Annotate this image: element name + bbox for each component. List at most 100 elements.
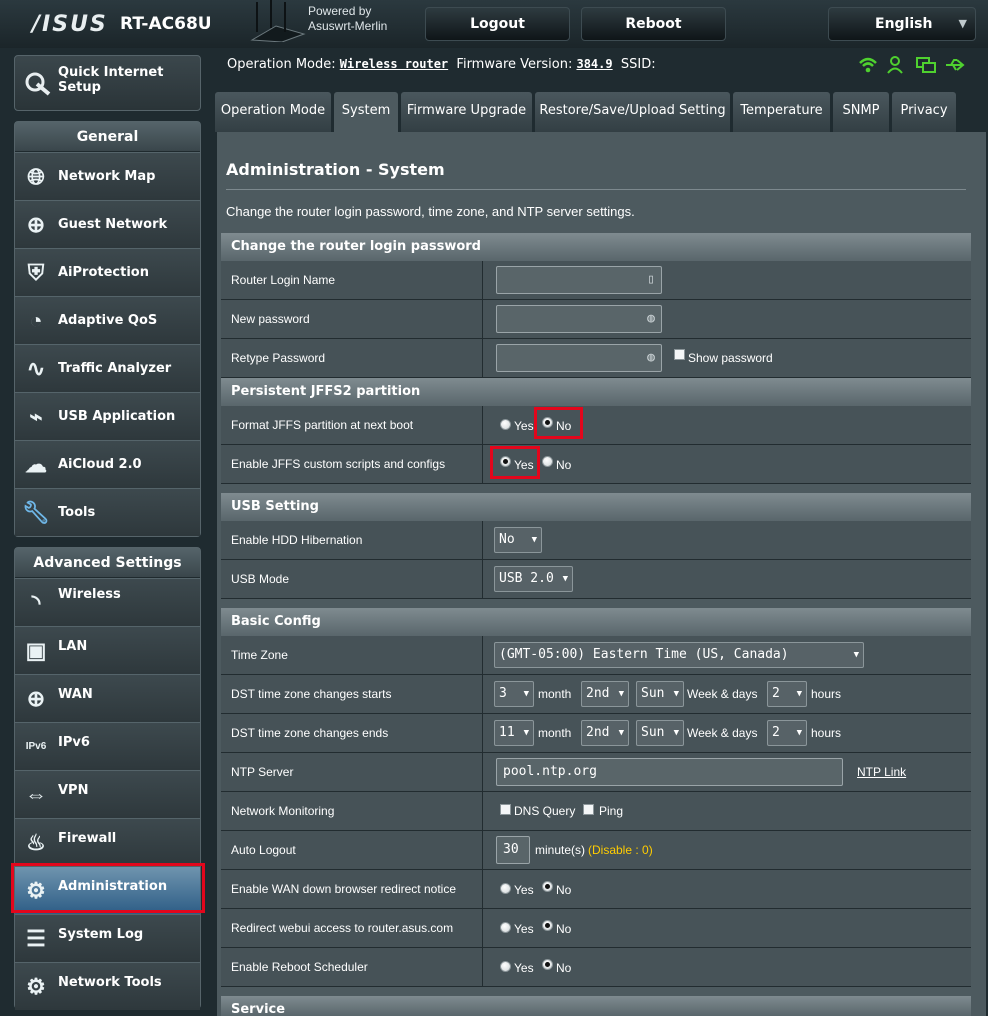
row-format-jffs: Format JFFS partition at next boot Yes N…	[221, 406, 971, 445]
wrench-icon: 🔧︎	[22, 500, 50, 525]
nav-firewall[interactable]: ♨ Firewall	[15, 818, 200, 866]
tab-operation-mode[interactable]: Operation Mode	[215, 92, 331, 132]
nav-tools[interactable]: 🔧︎ Tools	[15, 488, 200, 536]
wifi-icon: ◝	[31, 590, 41, 615]
reboot-scheduler-label: Enable Reboot Scheduler	[221, 948, 483, 986]
vpn-icon: ⇔	[25, 782, 47, 807]
tab-privacy[interactable]: Privacy	[892, 92, 956, 132]
dst-start-week-select[interactable]: 2nd ▼	[581, 681, 629, 707]
gauge-icon: ◔	[29, 308, 43, 333]
section-usb: USB Setting	[221, 493, 971, 521]
redirect-webui-no-radio[interactable]	[542, 920, 553, 931]
powered-by-line1: Powered by	[308, 4, 372, 18]
yes-label: Yes	[514, 922, 534, 936]
ping-checkbox[interactable]	[583, 804, 594, 815]
usb-status-icon[interactable]	[945, 56, 965, 74]
operation-mode-link[interactable]: Wireless router	[340, 57, 448, 71]
user-status-icon[interactable]	[887, 56, 907, 74]
format-jffs-label: Format JFFS partition at next boot	[221, 406, 483, 444]
nav-usb-application[interactable]: ⌁ USB Application	[15, 392, 200, 440]
usb-mode-select[interactable]: USB 2.0 ▼	[494, 566, 573, 592]
auto-logout-label: Auto Logout	[221, 831, 483, 869]
chevron-down-icon: ▼	[958, 17, 967, 30]
title-divider	[226, 189, 966, 190]
month-text: month	[538, 726, 572, 740]
jffs-scripts-no-radio[interactable]	[542, 456, 553, 467]
chevron-down-icon: ▼	[562, 574, 568, 584]
hdd-hibernation-select[interactable]: No ▼	[494, 527, 542, 553]
ntp-link[interactable]: NTP Link	[857, 765, 906, 779]
top-bar: /ISUS RT-AC68U Powered by Asuswrt-Merlin…	[0, 0, 988, 48]
reboot-button[interactable]: Reboot	[581, 7, 726, 41]
nav-vpn[interactable]: ⇔ VPN	[15, 770, 200, 818]
nav-adaptive-qos[interactable]: ◔ Adaptive QoS	[15, 296, 200, 344]
section-login: Change the router login password	[221, 233, 971, 261]
nav-network-map[interactable]: 🌐︎ Network Map	[15, 152, 200, 200]
dst-end-week-select[interactable]: 2nd ▼	[581, 720, 629, 746]
dst-end-hour-select[interactable]: 2 ▼	[767, 720, 807, 746]
network-tools-icon: ⚙	[26, 974, 46, 999]
status-line: Operation Mode: Wireless router Firmware…	[227, 57, 656, 72]
devices-status-icon[interactable]	[916, 56, 936, 74]
time-zone-select[interactable]: (GMT-05:00) Eastern Time (US, Canada) ▼	[494, 642, 864, 668]
reboot-scheduler-yes-radio[interactable]	[500, 961, 511, 972]
nav-label: AiProtection	[58, 265, 149, 280]
format-jffs-yes-radio[interactable]	[500, 419, 511, 430]
dst-start-month-select[interactable]: 3 ▼	[494, 681, 534, 707]
router-image	[250, 0, 306, 42]
dst-start-hour-select[interactable]: 2 ▼	[767, 681, 807, 707]
reboot-scheduler-no-radio[interactable]	[542, 959, 553, 970]
redirect-webui-yes-radio[interactable]	[500, 922, 511, 933]
dst-start-day-select[interactable]: Sun ▼	[636, 681, 684, 707]
nav-aiprotection[interactable]: ⛨ AiProtection	[15, 248, 200, 296]
nav-guest-network[interactable]: ⊕ Guest Network	[15, 200, 200, 248]
nav-lan[interactable]: ▣ LAN	[15, 626, 200, 674]
chevron-down-icon: ▼	[523, 728, 529, 738]
nav-aicloud[interactable]: ☁ AiCloud 2.0	[15, 440, 200, 488]
row-auto-logout: Auto Logout 30 minute(s) (Disable : 0)	[221, 831, 971, 870]
dns-query-label: DNS Query	[514, 804, 576, 818]
tab-restore-save-upload[interactable]: Restore/Save/Upload Setting	[535, 92, 730, 132]
language-select[interactable]: English ▼	[828, 7, 976, 41]
ntp-server-input[interactable]: pool.ntp.org	[496, 758, 843, 786]
show-password-label: Show password	[688, 351, 773, 365]
row-hdd-hibernation: Enable HDD Hibernation No ▼	[221, 521, 971, 560]
wan-redirect-no-radio[interactable]	[542, 881, 553, 892]
nav-network-tools[interactable]: ⚙ Network Tools	[15, 962, 200, 1010]
hdd-hibernation-value: No	[499, 532, 515, 547]
nav-label: Network Tools	[58, 975, 162, 990]
tab-snmp[interactable]: SNMP	[833, 92, 889, 132]
section-service: Service	[221, 996, 971, 1016]
show-password-checkbox[interactable]	[674, 349, 685, 360]
wifi-status-icon[interactable]	[858, 56, 878, 74]
page-title: Administration - System	[226, 160, 445, 179]
nav-wireless[interactable]: ◝ Wireless	[15, 578, 200, 626]
tab-firmware-upgrade[interactable]: Firmware Upgrade	[401, 92, 532, 132]
dns-query-checkbox[interactable]	[500, 804, 511, 815]
key-icon: ◍	[647, 311, 655, 326]
nav-wan[interactable]: ⊕ WAN	[15, 674, 200, 722]
dst-end-day-select[interactable]: Sun ▼	[636, 720, 684, 746]
nav-traffic-analyzer[interactable]: ∿ Traffic Analyzer	[15, 344, 200, 392]
globe-icon: ⊕	[26, 686, 46, 711]
quick-internet-setup[interactable]: Quick Internet Setup	[14, 55, 201, 111]
no-label: No	[556, 458, 572, 472]
dst-end-week: 2nd	[586, 725, 610, 740]
powered-by-line2: Asuswrt-Merlin	[308, 19, 388, 33]
tab-system[interactable]: System	[334, 92, 398, 132]
nav-system-log[interactable]: ☰ System Log	[15, 914, 200, 962]
tab-temperature[interactable]: Temperature	[733, 92, 830, 132]
row-time-zone: Time Zone (GMT-05:00) Eastern Time (US, …	[221, 636, 971, 675]
nav-label: Network Map	[58, 169, 156, 184]
dst-end-month-select[interactable]: 11 ▼	[494, 720, 534, 746]
firmware-link[interactable]: 384.9	[576, 57, 612, 71]
router-login-name-input[interactable]: ▯	[496, 266, 662, 294]
nav-label: System Log	[58, 927, 144, 942]
nav-ipv6[interactable]: IPv6 IPv6	[15, 722, 200, 770]
new-password-input[interactable]: ◍	[496, 305, 662, 333]
wan-redirect-yes-radio[interactable]	[500, 883, 511, 894]
auto-logout-input[interactable]: 30	[496, 836, 530, 864]
row-retype-password: Retype Password ◍ Show password	[221, 339, 971, 378]
retype-password-input[interactable]: ◍	[496, 344, 662, 372]
logout-button[interactable]: Logout	[425, 7, 570, 41]
